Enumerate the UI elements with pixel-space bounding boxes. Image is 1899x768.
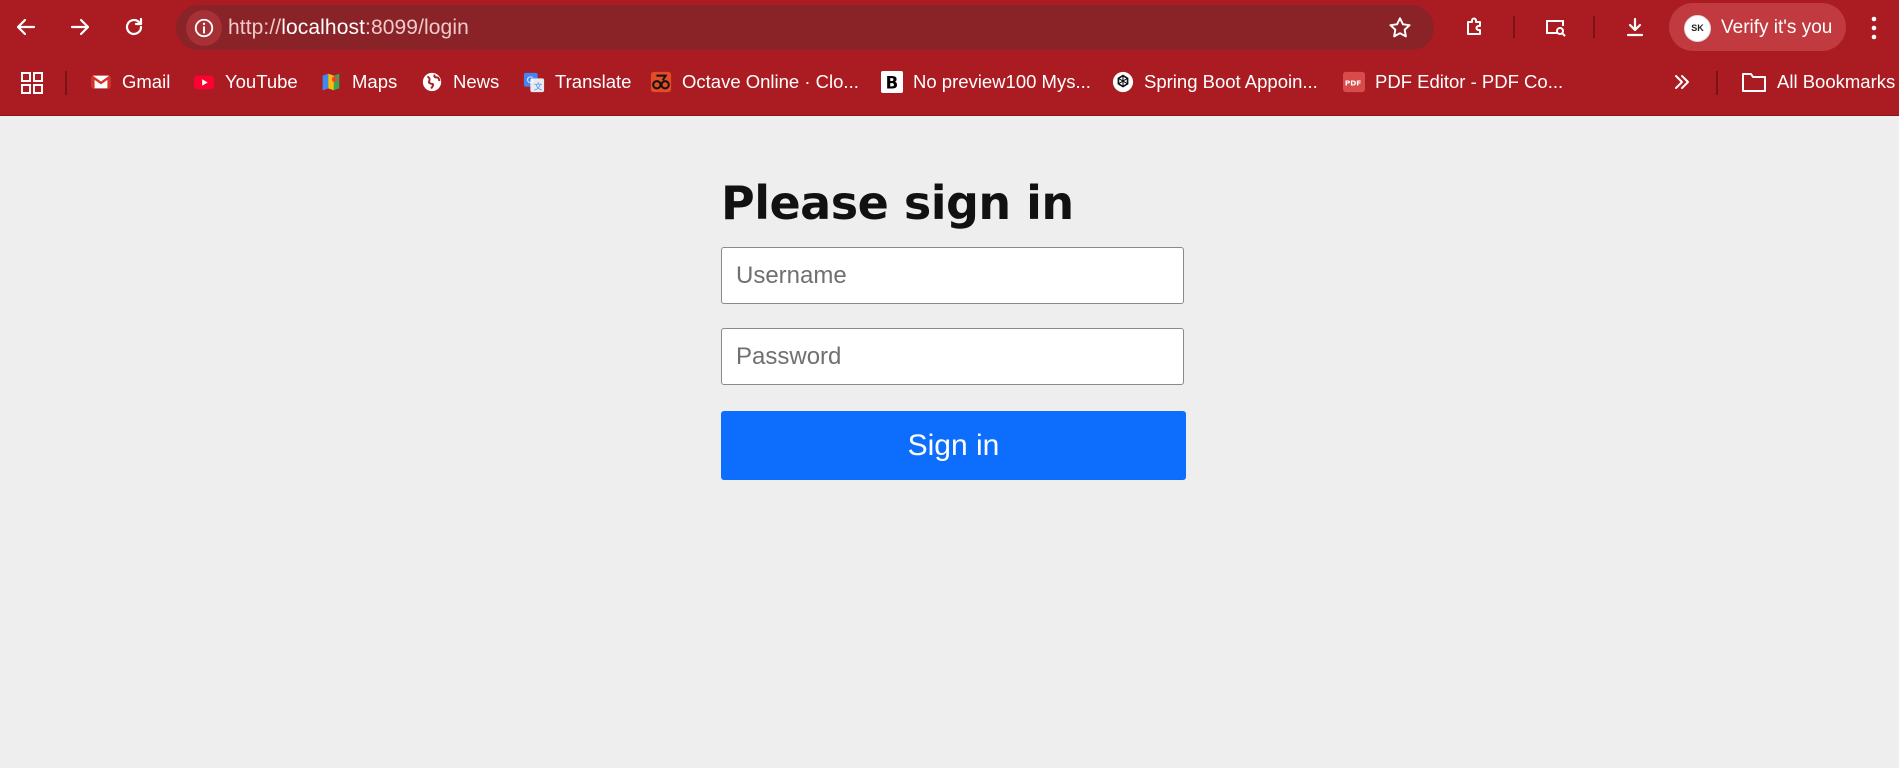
browser-toolbar: http://localhost:8099/login SK Verify it…	[0, 0, 1899, 55]
bookmark-label: News	[453, 71, 500, 92]
bookmark-label: Maps	[352, 71, 398, 92]
apps-grid-icon[interactable]	[20, 71, 44, 95]
bookmarks-separator	[1716, 71, 1718, 95]
chevron-double-right-icon[interactable]	[1670, 70, 1694, 94]
svg-text:PDF: PDF	[1345, 79, 1361, 88]
bookmark-pdf-editor[interactable]: PDF PDF Editor - PDF Co...	[1343, 66, 1563, 98]
puzzle-icon	[1467, 17, 1481, 35]
toolbar-separator	[1513, 16, 1515, 38]
bookmarks-separator	[65, 71, 67, 95]
search-tabs-button[interactable]	[1537, 9, 1573, 45]
pdf-icon: PDF	[1343, 71, 1365, 93]
toolbar-separator	[1593, 16, 1595, 38]
page-title: Please sign in	[721, 176, 1074, 230]
bookmark-octave[interactable]: Octave Online · Clo...	[650, 66, 859, 98]
extensions-button[interactable]	[1457, 9, 1493, 45]
openai-icon	[1112, 71, 1134, 93]
bold-b-icon: B	[881, 71, 903, 93]
bookmark-label: Gmail	[122, 71, 171, 92]
octave-icon	[650, 71, 672, 93]
password-field[interactable]	[721, 328, 1184, 385]
tab-search-icon	[1546, 20, 1566, 37]
back-button[interactable]	[8, 9, 44, 45]
all-bookmarks-button[interactable]: All Bookmarks	[1741, 66, 1895, 98]
svg-text:G: G	[527, 75, 534, 86]
bookmark-maps[interactable]: Maps	[320, 66, 397, 98]
folder-icon	[1742, 73, 1766, 92]
arrow-left-icon	[16, 18, 36, 36]
url-text[interactable]: http://localhost:8099/login	[228, 15, 469, 41]
username-field[interactable]	[721, 247, 1184, 304]
bookmark-no-preview[interactable]: B No preview100 Mys...	[881, 66, 1091, 98]
all-bookmarks-label: All Bookmarks	[1777, 71, 1896, 92]
bookmark-label: No preview100 Mys...	[913, 71, 1091, 92]
browser-chrome: http://localhost:8099/login SK Verify it…	[0, 0, 1899, 116]
bookmark-youtube[interactable]: YouTube	[193, 66, 298, 98]
bookmark-label: Octave Online · Clo...	[682, 71, 859, 92]
avatar: SK	[1684, 15, 1711, 42]
reload-icon	[125, 17, 143, 36]
gmail-icon	[91, 75, 111, 89]
bookmark-label: YouTube	[225, 71, 298, 92]
globe-icon	[422, 72, 442, 92]
arrow-right-icon	[70, 18, 90, 36]
maps-icon	[322, 73, 340, 91]
reload-button[interactable]	[116, 9, 152, 45]
youtube-icon	[193, 75, 215, 90]
download-icon	[1626, 17, 1644, 37]
bookmark-translate[interactable]: G文 Translate	[523, 66, 631, 98]
star-icon	[1389, 17, 1411, 38]
svg-text:B: B	[886, 73, 899, 92]
bookmark-label: PDF Editor - PDF Co...	[1375, 71, 1564, 92]
translate-icon: G文	[523, 72, 545, 93]
profile-label: Verify it's you	[1721, 17, 1833, 38]
bookmark-star-button[interactable]	[1386, 14, 1414, 42]
svg-text:文: 文	[534, 81, 542, 91]
bookmark-news[interactable]: News	[421, 66, 499, 98]
sign-in-button[interactable]: Sign in	[721, 411, 1186, 480]
bookmark-spring-boot[interactable]: Spring Boot Appoin...	[1112, 66, 1318, 98]
profile-button[interactable]: SK Verify it's you	[1669, 3, 1846, 51]
bookmark-gmail[interactable]: Gmail	[90, 66, 170, 98]
site-info-button[interactable]	[186, 10, 222, 46]
downloads-button[interactable]	[1617, 9, 1653, 45]
bookmark-label: Translate	[555, 71, 632, 92]
forward-button[interactable]	[62, 9, 98, 45]
bookmarks-bar: Gmail YouTube Maps News G文 Translate Oct…	[0, 60, 1899, 105]
bookmark-label: Spring Boot Appoin...	[1144, 71, 1318, 92]
more-menu-icon[interactable]	[1862, 13, 1886, 43]
address-bar[interactable]: http://localhost:8099/login	[176, 5, 1434, 50]
info-icon	[194, 18, 214, 38]
